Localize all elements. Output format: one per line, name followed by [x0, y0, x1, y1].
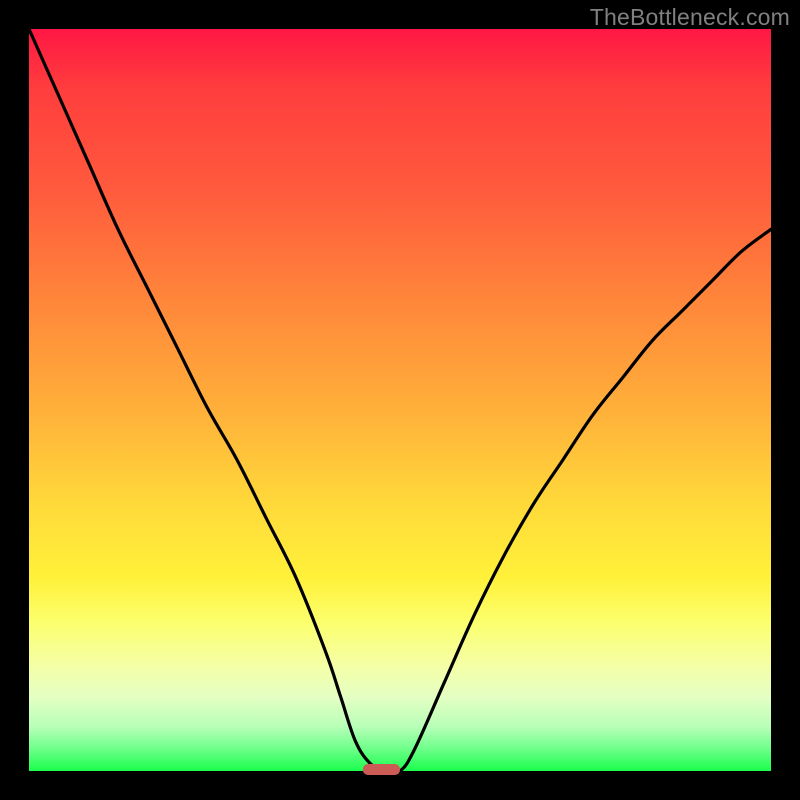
optimal-range-marker [29, 29, 771, 771]
watermark-text: TheBottleneck.com [590, 4, 790, 31]
chart-frame: TheBottleneck.com [0, 0, 800, 800]
